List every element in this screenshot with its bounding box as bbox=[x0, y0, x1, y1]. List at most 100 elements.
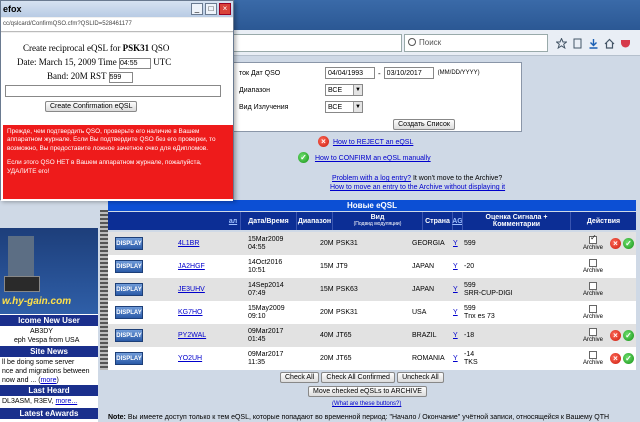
callsign-link[interactable]: JA2HGF bbox=[178, 263, 228, 271]
create-list-button[interactable]: Создать Список bbox=[393, 118, 455, 130]
download-icon[interactable] bbox=[588, 38, 599, 49]
callsign-link[interactable]: PY2WAL bbox=[178, 332, 228, 340]
archive-cell: Archive bbox=[578, 255, 608, 278]
minimize-icon[interactable]: _ bbox=[191, 3, 203, 15]
news-heading: Site News bbox=[0, 346, 98, 357]
ag-cell: Y bbox=[453, 301, 463, 324]
create-list-row: Создать Список bbox=[233, 116, 521, 132]
table-title: Новые eQSL bbox=[108, 200, 636, 211]
move-archive-help-link[interactable]: How to move an entry to the Archive with… bbox=[330, 184, 505, 191]
display-button[interactable]: DISPLAY bbox=[115, 260, 143, 273]
confirm-icon[interactable]: ✓ bbox=[623, 353, 634, 364]
popup-date-line: Date: March 15, 2009 Time UTC bbox=[17, 57, 171, 69]
browser-search-box[interactable]: Поиск bbox=[404, 34, 548, 52]
callsign-link[interactable]: KG7HO bbox=[178, 309, 228, 317]
address-bar[interactable] bbox=[232, 34, 402, 52]
display-button[interactable]: DISPLAY bbox=[115, 283, 143, 296]
archive-checkbox[interactable] bbox=[589, 234, 597, 244]
welcome-heading: lcome New User bbox=[0, 315, 98, 326]
what-are-buttons-link[interactable]: (What are these buttons?) bbox=[332, 401, 401, 407]
archive-checkbox[interactable] bbox=[589, 304, 597, 313]
home-icon[interactable] bbox=[604, 38, 615, 49]
popup-body: Create reciprocal eQSL for PSK31 QSO Dat… bbox=[1, 33, 233, 201]
header-actions: Действия bbox=[570, 212, 636, 230]
call-cell: JA2HGF bbox=[178, 255, 228, 278]
ag-link[interactable]: Y bbox=[453, 240, 463, 248]
display-button[interactable]: DISPLAY bbox=[115, 329, 143, 342]
country-cell: USA bbox=[412, 308, 427, 316]
display-button[interactable]: DISPLAY bbox=[115, 352, 143, 365]
band-select[interactable]: ВСЕ ▼ bbox=[325, 84, 363, 96]
mode-cell: JT65 bbox=[336, 354, 352, 362]
band-row: Диапазон ВСЕ ▼ bbox=[233, 82, 521, 98]
display-button[interactable]: DISPLAY bbox=[115, 237, 143, 250]
close-icon[interactable]: × bbox=[219, 3, 231, 15]
call-cell: KG7HO bbox=[178, 301, 228, 324]
table-header: ал Дата/Время Диапазон Вид (Подвид модуля… bbox=[108, 212, 636, 230]
star-icon[interactable] bbox=[555, 37, 568, 50]
date-format-hint: (MM/DD/YYYY) bbox=[437, 70, 480, 76]
date-from-input[interactable] bbox=[325, 67, 375, 79]
news-line-3: now and ... (more) bbox=[2, 377, 59, 384]
rst-cell: -18 bbox=[464, 331, 475, 339]
banner-brand: w.hy-gain.com bbox=[2, 296, 72, 307]
archive-checkbox[interactable] bbox=[589, 281, 597, 290]
band-cell: 15M bbox=[320, 285, 334, 293]
clipboard-icon[interactable] bbox=[572, 38, 583, 49]
header-datetime: Дата/Время bbox=[240, 212, 296, 230]
table-row: DISPLAY PY2WAL 09Mar2017 01:45 40M JT65 BRAZIL… bbox=[108, 324, 636, 347]
ag-cell: Y bbox=[453, 255, 463, 278]
call-cell: YO2UH bbox=[178, 347, 228, 370]
check-all-button[interactable]: Check All bbox=[280, 372, 320, 383]
maximize-icon[interactable]: □ bbox=[205, 3, 217, 15]
rst-cell: -20 bbox=[464, 262, 475, 270]
confirm-icon[interactable]: ✓ bbox=[623, 238, 634, 249]
news-more-link[interactable]: more bbox=[41, 377, 57, 384]
problem-log-link[interactable]: Problem with a log entry? bbox=[332, 175, 411, 182]
ag-link[interactable]: Y bbox=[453, 355, 463, 363]
table-row: DISPLAY YO2UH 09Mar2017 11:35 20M JT65 ROMANIA… bbox=[108, 347, 636, 370]
move-to-archive-button[interactable]: Move checked eQSLs to ARCHIVE bbox=[308, 386, 427, 397]
popup-band-line: Band: 20M RST bbox=[47, 71, 133, 83]
archive-label: Archive bbox=[582, 359, 603, 366]
ag-link[interactable]: Y bbox=[453, 309, 463, 317]
pocket-icon[interactable] bbox=[620, 38, 631, 49]
last-heard-more-link[interactable]: more... bbox=[55, 398, 77, 405]
country-cell: ROMANIA bbox=[412, 354, 445, 362]
callsign-link[interactable]: YO2UH bbox=[178, 355, 228, 363]
display-button[interactable]: DISPLAY bbox=[115, 306, 143, 319]
rst-cell: 599 Tnx es 73 bbox=[464, 304, 495, 320]
uncheck-all-button[interactable]: Uncheck All bbox=[397, 372, 444, 383]
chevron-down-icon: ▼ bbox=[353, 85, 362, 95]
callsign-link[interactable]: JE3UHV bbox=[178, 286, 228, 294]
date-to-input[interactable] bbox=[383, 67, 434, 79]
ag-link[interactable]: Y bbox=[453, 286, 463, 294]
confirm-icon[interactable]: ✓ bbox=[623, 330, 634, 341]
mode-cell: PSK31 bbox=[336, 239, 358, 247]
hygain-banner[interactable]: w.hy-gain.com bbox=[0, 228, 98, 314]
search-placeholder: Поиск bbox=[419, 38, 442, 47]
archive-checkbox[interactable] bbox=[589, 327, 597, 336]
archive-cell: Archive bbox=[578, 278, 608, 301]
archive-checkbox[interactable] bbox=[589, 258, 597, 267]
mode-select[interactable]: ВСЕ ▼ bbox=[325, 101, 363, 113]
callsign-link[interactable]: 4L1BR bbox=[178, 240, 228, 248]
header-ag[interactable]: AG bbox=[452, 212, 463, 230]
table-row: DISPLAY 4L1BR 15Mar2009 04:55 20M PSK31 GEORGI… bbox=[108, 232, 636, 255]
create-confirmation-button[interactable]: Create Confirmation eQSL bbox=[45, 101, 138, 112]
ag-link[interactable]: Y bbox=[453, 332, 463, 340]
confirm-help-link[interactable]: How to CONFIRM an eQSL manually bbox=[315, 155, 431, 162]
header-call[interactable]: ал bbox=[226, 212, 240, 230]
reject-icon[interactable]: × bbox=[610, 238, 621, 249]
popup-comment-input[interactable] bbox=[5, 85, 221, 97]
reject-icon[interactable]: × bbox=[610, 330, 621, 341]
reject-help-link[interactable]: How to REJECT an eQSL bbox=[333, 139, 413, 146]
archive-checkbox[interactable] bbox=[589, 350, 597, 359]
check-all-confirmed-button[interactable]: Check All Confirmed bbox=[321, 372, 395, 383]
band-cell: 15M bbox=[320, 262, 334, 270]
reject-icon[interactable]: × bbox=[610, 353, 621, 364]
popup-time-input[interactable] bbox=[119, 58, 151, 69]
mode-cell: PSK63 bbox=[336, 285, 358, 293]
ag-link[interactable]: Y bbox=[453, 263, 463, 271]
popup-rst-input[interactable] bbox=[108, 72, 133, 83]
